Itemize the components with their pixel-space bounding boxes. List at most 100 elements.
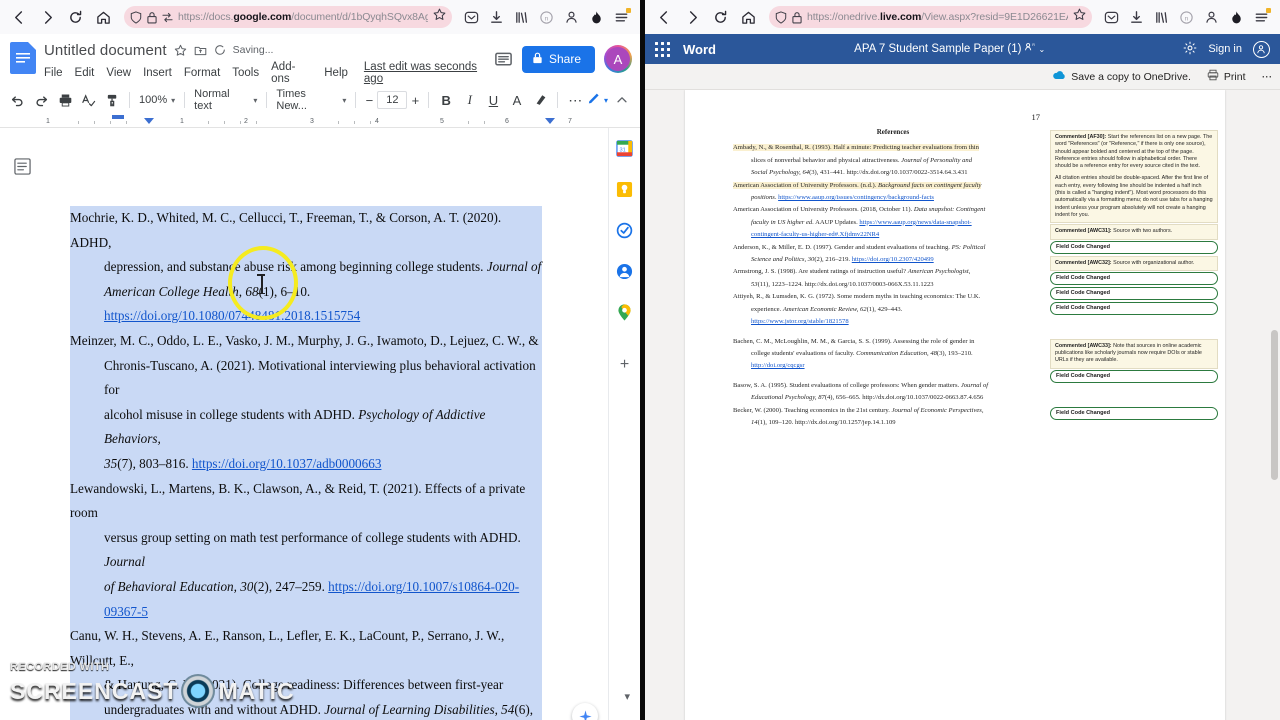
bold-button[interactable]: B (434, 89, 458, 111)
pocket-icon[interactable] (460, 6, 482, 28)
add-addon-icon[interactable]: + (615, 355, 635, 375)
google-tasks-icon[interactable] (615, 220, 635, 240)
field-code-changed-note[interactable]: Field Code Changed (1050, 369, 1218, 383)
word-reference-link[interactable]: http://doi.org/cqcgsr (751, 362, 805, 369)
ruler-right-indent-marker[interactable] (545, 118, 555, 124)
container-icon[interactable]: n (1175, 6, 1197, 28)
gdocs-ruler[interactable]: 1 1 2 3 4 5 6 7 (0, 114, 640, 128)
reference-doi-link[interactable]: https://doi.org/10.1037/adb0000663 (191, 455, 382, 471)
spellcheck-icon[interactable] (77, 89, 101, 111)
app-launcher-icon[interactable] (655, 41, 670, 57)
sign-in-label[interactable]: Sign in (1208, 43, 1242, 55)
comment-history-icon[interactable] (494, 50, 513, 69)
print-button[interactable]: Print (1207, 69, 1246, 84)
forward-icon[interactable] (34, 4, 60, 30)
scroll-down-arrow-icon[interactable]: ▾ (624, 690, 630, 703)
left-address-bar[interactable]: https://docs.google.com/document/d/1bQyq… (124, 6, 452, 28)
sign-in-avatar-icon[interactable] (1252, 40, 1270, 58)
account-icon[interactable] (560, 6, 582, 28)
gear-icon[interactable] (1183, 41, 1197, 58)
zoom-selector[interactable]: 100% ▾ (135, 94, 179, 106)
word-scroll-thumb[interactable] (1271, 330, 1278, 480)
explore-button[interactable] (572, 703, 598, 720)
google-calendar-icon[interactable]: 31 (615, 138, 635, 158)
home-icon[interactable] (90, 4, 116, 30)
more-toolbar-button[interactable]: ⋯ (563, 89, 587, 111)
last-edit-status[interactable]: Last edit was seconds ago (364, 61, 494, 85)
hide-menus-icon[interactable] (610, 89, 634, 111)
field-code-changed-note[interactable]: Field Code Changed (1050, 286, 1218, 300)
reload-icon[interactable] (707, 4, 733, 30)
reload-icon[interactable] (62, 4, 88, 30)
reference-doi-link[interactable]: https://doi.org/10.1080/07448481.2018.15… (104, 308, 361, 324)
share-button[interactable]: Share (521, 45, 595, 73)
document-outline-icon[interactable] (14, 158, 31, 180)
menu-view[interactable]: View (106, 67, 131, 79)
word-scrollbar[interactable] (1271, 90, 1278, 720)
star-icon[interactable] (174, 44, 187, 57)
more-commands-button[interactable]: ⋯ (1262, 71, 1273, 83)
paragraph-style-selector[interactable]: Normal text ▾ (190, 88, 261, 112)
back-icon[interactable] (651, 4, 677, 30)
home-icon[interactable] (735, 4, 761, 30)
bookmark-star-icon[interactable] (433, 8, 446, 26)
font-size-input[interactable]: 12 (377, 91, 408, 109)
google-docs-logo-icon[interactable] (10, 42, 36, 74)
word-reference-link[interactable]: https://www.aaup.org/issues/contingency/… (778, 194, 934, 201)
document-references-list[interactable]: Mochrie, K. D., Whited, M. C., Cellucci,… (48, 128, 564, 720)
move-to-folder-icon[interactable] (194, 44, 207, 57)
google-maps-icon[interactable] (615, 302, 635, 322)
google-keep-icon[interactable] (615, 179, 635, 199)
comment-note[interactable]: Commented [AF30]: Start the references l… (1050, 130, 1218, 224)
print-icon[interactable] (53, 89, 77, 111)
menu-file[interactable]: File (44, 67, 63, 79)
editing-mode-button[interactable]: ▾ (587, 90, 608, 110)
field-code-changed-note[interactable]: Field Code Changed (1050, 271, 1218, 285)
menu-edit[interactable]: Edit (75, 67, 95, 79)
right-address-bar[interactable]: https://onedrive.live.com/View.aspx?resi… (769, 6, 1092, 28)
word-reference-link[interactable]: https://www.aaup.org/news/data-snapshot- (859, 219, 971, 226)
document-title[interactable]: Untitled document (44, 42, 167, 59)
word-document-title[interactable]: APA 7 Student Sample Paper (1) R ⌄ (854, 42, 1045, 56)
word-brand-label[interactable]: Word (683, 42, 716, 57)
italic-button[interactable]: I (458, 89, 482, 111)
field-code-changed-note[interactable]: Field Code Changed (1050, 301, 1218, 315)
menu-help[interactable]: Help (324, 67, 348, 79)
font-size-decrease[interactable]: − (361, 93, 377, 108)
library-icon[interactable] (510, 6, 532, 28)
fire-icon[interactable] (1225, 6, 1247, 28)
pocket-icon[interactable] (1100, 6, 1122, 28)
menu-format[interactable]: Format (184, 67, 220, 79)
downloads-icon[interactable] (1125, 6, 1147, 28)
font-size-increase[interactable]: + (407, 93, 423, 108)
paint-format-icon[interactable] (100, 89, 124, 111)
comment-note[interactable]: Commented [AWC32]: Source with organizat… (1050, 255, 1218, 271)
redo-icon[interactable] (30, 89, 54, 111)
highlight-color-icon[interactable] (529, 89, 553, 111)
ruler-left-indent-marker[interactable] (144, 118, 154, 124)
comment-note[interactable]: Commented [AWC31]: Source with two autho… (1050, 224, 1218, 240)
chevron-down-icon[interactable]: ⌄ (1038, 45, 1045, 54)
comment-note[interactable]: Commented [AWC33]: Note that sources in … (1050, 338, 1218, 369)
container-icon[interactable]: n (535, 6, 557, 28)
menu-insert[interactable]: Insert (143, 67, 172, 79)
menu-addons[interactable]: Add-ons (271, 61, 312, 85)
word-reference-link[interactable]: https://doi.org/10.2307/420499 (852, 256, 934, 263)
reader-icon[interactable] (162, 12, 173, 23)
menu-icon[interactable] (1250, 6, 1272, 28)
bookmark-star-icon[interactable] (1073, 8, 1086, 26)
menu-icon[interactable] (610, 6, 632, 28)
gdocs-page[interactable]: Mochrie, K. D., Whited, M. C., Cellucci,… (48, 128, 564, 720)
downloads-icon[interactable] (485, 6, 507, 28)
menu-tools[interactable]: Tools (232, 67, 259, 79)
text-color-button[interactable]: A (505, 89, 529, 111)
save-copy-to-onedrive-button[interactable]: Save a copy to OneDrive. (1052, 70, 1191, 83)
avatar[interactable]: A (604, 45, 632, 73)
google-contacts-icon[interactable] (615, 261, 635, 281)
library-icon[interactable] (1150, 6, 1172, 28)
field-code-changed-note[interactable]: Field Code Changed (1050, 240, 1218, 254)
forward-icon[interactable] (679, 4, 705, 30)
account-icon[interactable] (1200, 6, 1222, 28)
word-reference-link[interactable]: https://www.jstor.org/stable/1821578 (751, 318, 849, 325)
ruler-first-line-indent[interactable] (112, 115, 124, 119)
